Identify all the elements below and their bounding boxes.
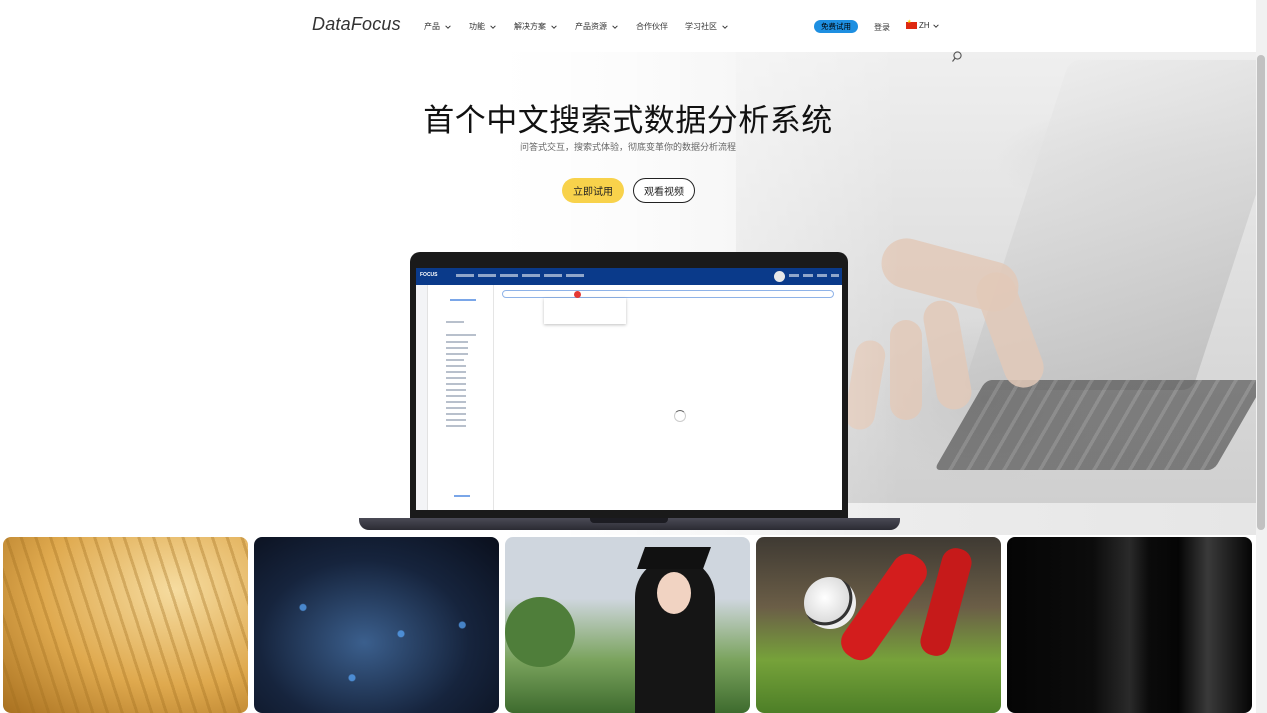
- tree-line: [446, 353, 468, 355]
- record-indicator-icon: [574, 291, 581, 298]
- wine-bottle-image[interactable]: [1007, 537, 1252, 713]
- tree-line: [450, 299, 476, 301]
- tree-line: [446, 383, 466, 385]
- menu-item-label: 合作伙伴: [636, 22, 668, 31]
- wheat-field-image[interactable]: [3, 537, 248, 713]
- logo[interactable]: DataFocus: [312, 14, 401, 35]
- menu-item-features[interactable]: 功能: [469, 21, 497, 32]
- tree-line: [454, 495, 470, 497]
- app-tab: [456, 274, 474, 277]
- tree-line: [446, 334, 476, 336]
- app-header-bar: FOCUS: [416, 268, 842, 285]
- app-data-tree: [428, 285, 494, 510]
- tree-shape: [505, 597, 575, 667]
- graduation-cap-icon: [636, 547, 712, 569]
- chevron-down-icon: [932, 23, 939, 28]
- laptop-notch: [590, 518, 668, 523]
- industry-image-strip: [3, 537, 1252, 713]
- tree-line: [446, 347, 468, 349]
- graduation-image[interactable]: [505, 537, 750, 713]
- menu-item-label: 学习社区: [685, 22, 717, 31]
- login-link[interactable]: 登录: [874, 22, 890, 33]
- soccer-image[interactable]: [756, 537, 1001, 713]
- avatar: [774, 271, 785, 282]
- app-tab: [522, 274, 540, 277]
- tree-line: [446, 407, 466, 409]
- menu-item-label: 产品资源: [575, 22, 607, 31]
- app-tab: [544, 274, 562, 277]
- app-tab: [831, 274, 839, 277]
- china-flag-icon: [906, 19, 917, 29]
- app-screenshot: FOCUS: [416, 268, 842, 510]
- app-tab: [803, 274, 813, 277]
- watch-video-button[interactable]: 观看视频: [633, 178, 695, 203]
- app-tab: [478, 274, 496, 277]
- menu-item-solutions[interactable]: 解决方案: [514, 21, 558, 32]
- menu-item-community[interactable]: 学习社区: [685, 21, 729, 32]
- free-trial-button[interactable]: 免费试用: [814, 20, 858, 33]
- app-tab: [500, 274, 518, 277]
- language-selector[interactable]: ZH: [906, 19, 940, 30]
- background-keyboard: [934, 380, 1266, 470]
- tree-line: [446, 377, 466, 379]
- try-now-button[interactable]: 立即试用: [562, 178, 624, 203]
- chevron-down-icon: [551, 24, 557, 29]
- tree-line: [446, 395, 466, 397]
- app-tab: [789, 274, 799, 277]
- city-network-image[interactable]: [254, 537, 499, 713]
- language-label: ZH: [919, 21, 930, 30]
- app-logo: FOCUS: [420, 272, 438, 278]
- page: DataFocus 产品 功能 解决方案 产品资源 合作伙伴 学习社区 免费试用…: [0, 0, 1267, 713]
- tree-line: [446, 359, 464, 361]
- chevron-down-icon: [612, 24, 618, 29]
- menu-item-product[interactable]: 产品: [424, 21, 452, 32]
- top-navbar: DataFocus 产品 功能 解决方案 产品资源 合作伙伴 学习社区 免费试用…: [0, 0, 1256, 52]
- menu-item-resources[interactable]: 产品资源: [575, 21, 619, 32]
- tree-line: [446, 425, 466, 427]
- tree-line: [446, 419, 466, 421]
- scrollbar-thumb[interactable]: [1257, 55, 1265, 530]
- app-tab: [566, 274, 584, 277]
- hero-title: 首个中文搜索式数据分析系统: [423, 103, 833, 138]
- tree-line: [446, 401, 466, 403]
- tree-line: [446, 365, 466, 367]
- tree-line: [446, 413, 466, 415]
- soccer-ball-icon: [804, 577, 856, 629]
- menu-item-label: 解决方案: [514, 22, 546, 31]
- tree-line: [446, 389, 466, 391]
- tree-line: [446, 341, 468, 343]
- tree-line: [446, 321, 464, 323]
- player-leg: [917, 544, 975, 660]
- main-menu: 产品 功能 解决方案 产品资源 合作伙伴 学习社区: [424, 21, 729, 32]
- menu-item-label: 功能: [469, 22, 485, 31]
- tree-line: [446, 371, 466, 373]
- app-search-input: [502, 290, 834, 298]
- chevron-down-icon: [490, 24, 496, 29]
- menu-item-partners[interactable]: 合作伙伴: [636, 21, 668, 32]
- app-suggestion-popup: [544, 298, 626, 324]
- menu-item-label: 产品: [424, 22, 440, 31]
- graduate-face: [657, 572, 691, 614]
- chevron-down-icon: [722, 24, 728, 29]
- app-tab: [817, 274, 827, 277]
- hero-subtitle: 问答式交互，搜索式体验，彻底变革你的数据分析流程: [519, 142, 736, 152]
- search-icon[interactable]: [950, 50, 964, 64]
- app-icon-rail: [416, 285, 428, 510]
- chevron-down-icon: [445, 24, 451, 29]
- laptop-mockup: FOCUS: [410, 252, 848, 518]
- loading-spinner-icon: [674, 410, 686, 422]
